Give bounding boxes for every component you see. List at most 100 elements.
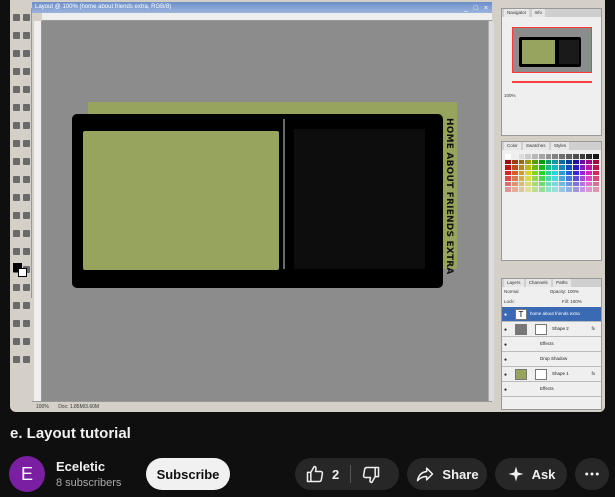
color-swatch[interactable]	[593, 154, 599, 159]
color-swatch[interactable]	[518, 170, 525, 176]
color-swatch[interactable]	[559, 176, 566, 181]
color-swatch[interactable]	[525, 176, 532, 181]
color-swatch[interactable]	[566, 176, 572, 181]
channel-avatar[interactable]: E	[9, 456, 45, 492]
color-swatch[interactable]	[518, 159, 525, 165]
color-swatch[interactable]	[593, 187, 599, 192]
color-swatch[interactable]	[559, 181, 566, 187]
video-player[interactable]: Layout @ 100% (home about friends extra,…	[10, 0, 605, 412]
color-swatch[interactable]	[545, 170, 552, 176]
color-swatch[interactable]	[532, 181, 538, 187]
visibility-eye-icon[interactable]: ●	[504, 357, 507, 363]
color-swatch[interactable]	[505, 176, 511, 181]
color-swatch[interactable]	[538, 170, 545, 176]
layer-row[interactable]: ● Thome about friends extra	[502, 307, 601, 322]
color-swatch[interactable]	[511, 165, 518, 170]
color-swatch[interactable]	[532, 187, 538, 192]
color-swatch[interactable]	[525, 154, 532, 159]
visibility-eye-icon[interactable]: ●	[504, 342, 507, 348]
color-swatch[interactable]	[545, 165, 552, 170]
color-swatch[interactable]	[532, 170, 538, 176]
color-swatch[interactable]	[505, 170, 511, 176]
color-swatch[interactable]	[559, 170, 566, 176]
dislike-button[interactable]	[361, 465, 381, 485]
color-swatch[interactable]	[566, 187, 572, 192]
layer-row[interactable]: ● Shape 1 fx	[502, 367, 601, 382]
color-swatch[interactable]	[552, 181, 559, 187]
color-swatch[interactable]	[511, 159, 518, 165]
color-swatch[interactable]	[586, 170, 593, 176]
layer-row[interactable]: ● Shape 2 fx	[502, 322, 601, 337]
color-swatch[interactable]	[505, 181, 511, 187]
color-swatch[interactable]	[566, 154, 572, 159]
color-swatch[interactable]	[505, 187, 511, 192]
layer-row[interactable]: ● Effects	[502, 382, 601, 397]
color-swatch[interactable]	[545, 159, 552, 165]
color-swatch[interactable]	[532, 159, 538, 165]
color-swatch[interactable]	[525, 170, 532, 176]
color-swatch[interactable]	[586, 187, 593, 192]
color-swatch[interactable]	[572, 154, 579, 159]
color-swatch[interactable]	[559, 165, 566, 170]
color-swatch[interactable]	[525, 159, 532, 165]
more-actions-button[interactable]	[575, 458, 609, 490]
color-swatch[interactable]	[572, 176, 579, 181]
color-swatch[interactable]	[579, 176, 586, 181]
color-swatch[interactable]	[511, 181, 518, 187]
color-swatch[interactable]	[586, 159, 593, 165]
color-swatch[interactable]	[545, 181, 552, 187]
color-swatch[interactable]	[552, 159, 559, 165]
color-swatch[interactable]	[518, 181, 525, 187]
color-swatch[interactable]	[545, 187, 552, 192]
color-swatch[interactable]	[511, 170, 518, 176]
color-swatch[interactable]	[559, 154, 566, 159]
color-swatch[interactable]	[566, 159, 572, 165]
color-swatch[interactable]	[572, 187, 579, 192]
layer-row[interactable]: ● Drop Shadow	[502, 352, 601, 367]
color-swatch[interactable]	[538, 165, 545, 170]
color-swatch[interactable]	[511, 176, 518, 181]
layer-row[interactable]: ● Effects	[502, 337, 601, 352]
color-swatch[interactable]	[579, 165, 586, 170]
color-swatch[interactable]	[572, 170, 579, 176]
color-swatch[interactable]	[579, 159, 586, 165]
visibility-eye-icon[interactable]: ●	[504, 387, 507, 393]
color-swatch[interactable]	[579, 181, 586, 187]
color-swatch[interactable]	[552, 176, 559, 181]
color-swatch[interactable]	[566, 165, 572, 170]
visibility-eye-icon[interactable]: ●	[504, 372, 507, 378]
color-swatch[interactable]	[532, 165, 538, 170]
color-swatch[interactable]	[559, 159, 566, 165]
color-swatch[interactable]	[579, 170, 586, 176]
color-swatch[interactable]	[505, 159, 511, 165]
channel-name[interactable]: Eceletic	[56, 459, 105, 474]
color-swatch[interactable]	[538, 176, 545, 181]
color-swatch[interactable]	[532, 154, 538, 159]
color-swatch[interactable]	[586, 165, 593, 170]
color-swatch[interactable]	[586, 181, 593, 187]
color-swatch[interactable]	[552, 187, 559, 192]
color-swatch[interactable]	[552, 154, 559, 159]
color-swatch[interactable]	[518, 187, 525, 192]
color-swatch[interactable]	[525, 181, 532, 187]
like-button[interactable]: 2	[305, 464, 339, 484]
color-swatch[interactable]	[586, 154, 593, 159]
subscribe-button[interactable]: Subscribe	[146, 458, 230, 490]
color-swatch[interactable]	[552, 170, 559, 176]
color-swatch[interactable]	[538, 181, 545, 187]
color-swatch[interactable]	[572, 181, 579, 187]
visibility-eye-icon[interactable]: ●	[504, 312, 507, 318]
color-swatch[interactable]	[572, 159, 579, 165]
color-swatch[interactable]	[538, 154, 545, 159]
color-swatch[interactable]	[525, 187, 532, 192]
color-swatch[interactable]	[593, 181, 599, 187]
color-swatch[interactable]	[566, 181, 572, 187]
color-swatch[interactable]	[538, 187, 545, 192]
color-swatch[interactable]	[545, 176, 552, 181]
color-swatch[interactable]	[511, 187, 518, 192]
color-swatch[interactable]	[579, 187, 586, 192]
color-swatch[interactable]	[593, 170, 599, 176]
color-swatch[interactable]	[505, 154, 511, 159]
color-swatch[interactable]	[593, 176, 599, 181]
color-swatch[interactable]	[586, 176, 593, 181]
